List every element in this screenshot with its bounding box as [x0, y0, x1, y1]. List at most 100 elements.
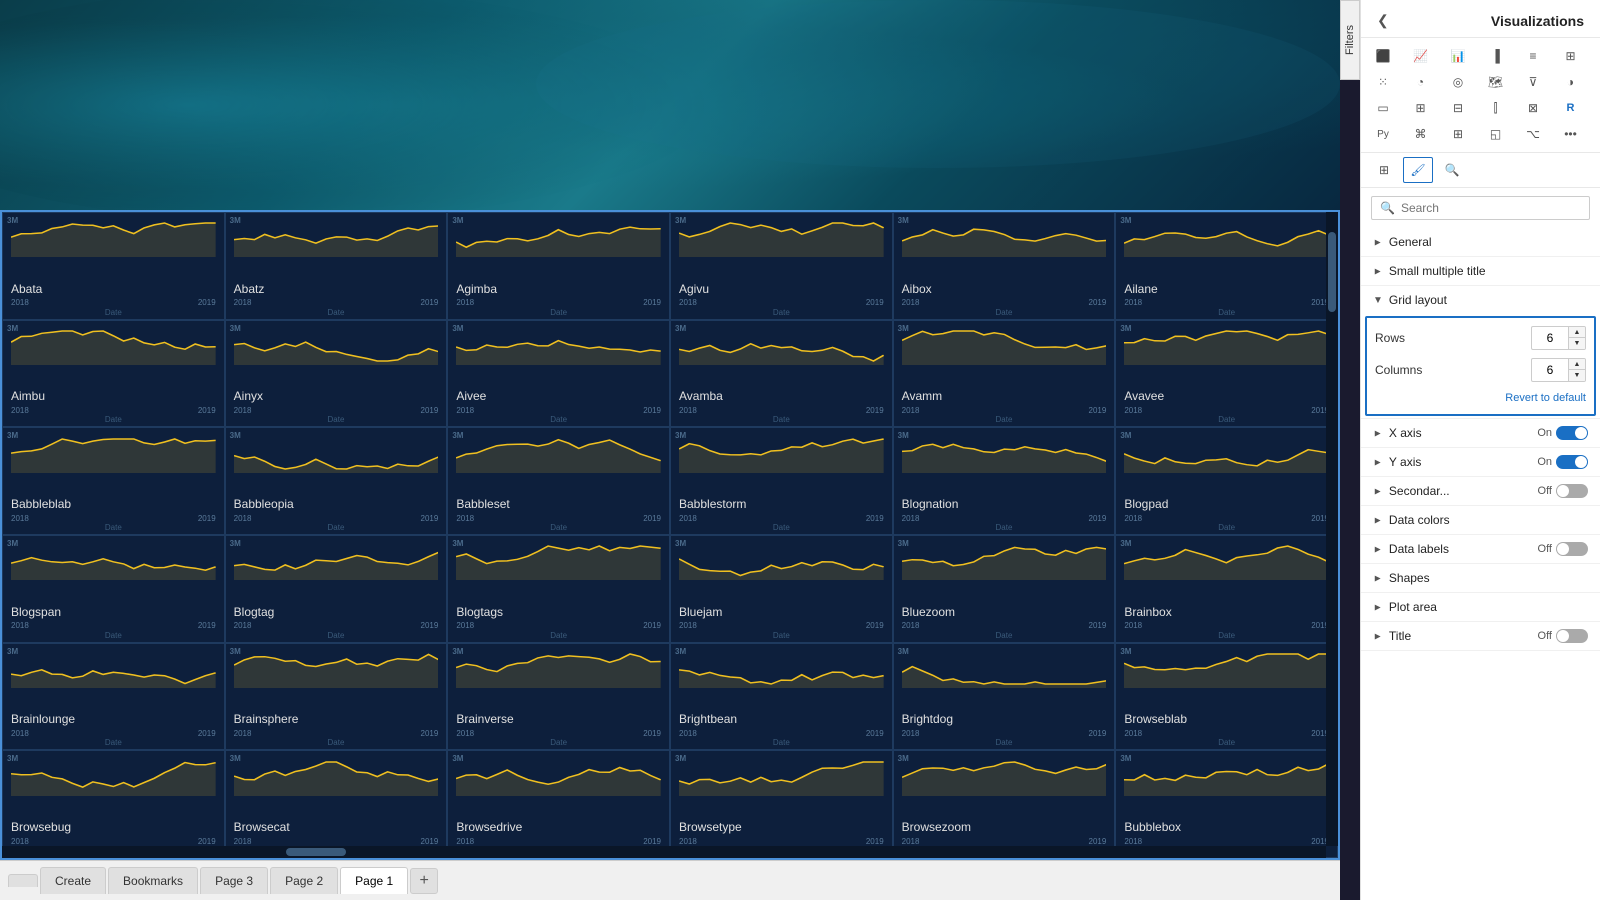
- grid-cell[interactable]: 3M Blogtags 2018 2019 Date: [447, 535, 670, 643]
- vertical-scrollbar[interactable]: [1326, 212, 1338, 846]
- data-labels-toggle[interactable]: [1556, 542, 1588, 556]
- grid-cell[interactable]: 3M Browsecat 2018 2019 Date: [225, 750, 448, 858]
- section-data-labels-header[interactable]: ▼ Data labels Off: [1361, 535, 1600, 563]
- revert-link[interactable]: Revert to default: [1375, 390, 1586, 406]
- tab-bookmarks[interactable]: Bookmarks: [108, 867, 198, 894]
- tab-page3[interactable]: Page 3: [200, 867, 268, 894]
- viz-icon-more[interactable]: •••: [1557, 122, 1585, 146]
- viz-icon-table[interactable]: ⊞: [1407, 96, 1435, 120]
- viz-icon-line[interactable]: 📈: [1407, 44, 1435, 68]
- grid-cell[interactable]: 3M Blogspan 2018 2019 Date: [2, 535, 225, 643]
- section-secondary-header[interactable]: ▼ Secondar... Off: [1361, 477, 1600, 505]
- columns-spinner[interactable]: ▲ ▼: [1531, 358, 1586, 382]
- viz-icon-slicer[interactable]: ⊠: [1519, 96, 1547, 120]
- title-toggle[interactable]: [1556, 629, 1588, 643]
- viz-icon-100pct[interactable]: ⊞: [1557, 44, 1585, 68]
- section-shapes-header[interactable]: ▼ Shapes: [1361, 564, 1600, 592]
- rows-increment[interactable]: ▲: [1569, 327, 1585, 338]
- grid-cell[interactable]: 3M Browsetype 2018 2019 Date: [670, 750, 893, 858]
- columns-input[interactable]: [1532, 361, 1568, 379]
- grid-cell[interactable]: 3M Babblestorm 2018 2019 Date: [670, 427, 893, 535]
- grid-cell[interactable]: 3M Aivee 2018 2019 Date: [447, 320, 670, 428]
- grid-cell[interactable]: 3M Browsebug 2018 2019 Date: [2, 750, 225, 858]
- grid-cell[interactable]: 3M Aimbu 2018 2019 Date: [2, 320, 225, 428]
- grid-cell[interactable]: 3M Browsezoom 2018 2019 Date: [893, 750, 1116, 858]
- grid-cell[interactable]: 3M Blogpad 2018 2019 Date: [1115, 427, 1338, 535]
- tab-add-button[interactable]: +: [410, 868, 438, 894]
- grid-cell[interactable]: 3M Abata 2018 2019 Date: [2, 212, 225, 320]
- grid-cell[interactable]: 3M Bluezoom 2018 2019 Date: [893, 535, 1116, 643]
- search-input[interactable]: [1401, 201, 1581, 215]
- section-title-header[interactable]: ▼ Title Off: [1361, 622, 1600, 650]
- grid-cell[interactable]: 3M Abatz 2018 2019 Date: [225, 212, 448, 320]
- viz-icon-aq[interactable]: ◱: [1482, 122, 1510, 146]
- grid-cell[interactable]: 3M Blogtag 2018 2019 Date: [225, 535, 448, 643]
- grid-cell[interactable]: 3M Avamba 2018 2019 Date: [670, 320, 893, 428]
- viz-icon-python[interactable]: Py: [1369, 122, 1397, 146]
- horizontal-scrollbar[interactable]: [2, 846, 1326, 858]
- grid-cell[interactable]: 3M Brainbox 2018 2019 Date: [1115, 535, 1338, 643]
- rows-input[interactable]: [1532, 329, 1568, 347]
- grid-cell[interactable]: 3M Blognation 2018 2019 Date: [893, 427, 1116, 535]
- grid-cell[interactable]: 3M Browseblab 2018 2019 Date: [1115, 643, 1338, 751]
- viz-tab-analytics[interactable]: 🔍: [1437, 157, 1467, 183]
- xaxis-toggle[interactable]: [1556, 426, 1588, 440]
- search-box[interactable]: 🔍: [1371, 196, 1590, 220]
- scrollbar-thumb[interactable]: [1328, 232, 1336, 312]
- tab-create[interactable]: Create: [40, 867, 106, 894]
- viz-icon-gauge[interactable]: ◑: [1557, 70, 1585, 94]
- viz-tab-format[interactable]: 🖌: [1403, 157, 1433, 183]
- grid-cell[interactable]: 3M Ailane 2018 2019 Date: [1115, 212, 1338, 320]
- viz-icon-scatter[interactable]: ⁙: [1369, 70, 1397, 94]
- grid-cell[interactable]: 3M Ainyx 2018 2019 Date: [225, 320, 448, 428]
- section-sm-title-header[interactable]: ▼ Small multiple title: [1361, 257, 1600, 285]
- viz-icon-card[interactable]: ▭: [1369, 96, 1397, 120]
- yaxis-toggle[interactable]: [1556, 455, 1588, 469]
- tab-page1[interactable]: Page 1: [340, 867, 408, 894]
- viz-icon-funnel[interactable]: ⊽: [1519, 70, 1547, 94]
- grid-cell[interactable]: 3M Babbleset 2018 2019 Date: [447, 427, 670, 535]
- grid-cell[interactable]: 3M Agivu 2018 2019 Date: [670, 212, 893, 320]
- grid-cell[interactable]: 3M Bluejam 2018 2019 Date: [670, 535, 893, 643]
- section-plot-area-header[interactable]: ▼ Plot area: [1361, 593, 1600, 621]
- section-yaxis-header[interactable]: ▼ Y axis On: [1361, 448, 1600, 476]
- viz-icon-stacked[interactable]: ≡: [1519, 44, 1547, 68]
- grid-cell[interactable]: 3M Babbleblab 2018 2019 Date: [2, 427, 225, 535]
- section-general-header[interactable]: ▼ General: [1361, 228, 1600, 256]
- grid-cell[interactable]: 3M Brainlounge 2018 2019 Date: [2, 643, 225, 751]
- section-xaxis-header[interactable]: ▼ X axis On: [1361, 419, 1600, 447]
- grid-cell[interactable]: 3M Bubblebox 2018 2019 Date: [1115, 750, 1338, 858]
- columns-increment[interactable]: ▲: [1569, 359, 1585, 370]
- viz-icon-pie[interactable]: ◔: [1407, 70, 1435, 94]
- grid-cell[interactable]: 3M Brightbean 2018 2019 Date: [670, 643, 893, 751]
- grid-cell[interactable]: 3M Agimba 2018 2019 Date: [447, 212, 670, 320]
- section-grid-layout-header[interactable]: ▼ Grid layout: [1361, 286, 1600, 314]
- viz-icon-map[interactable]: 🗺: [1482, 70, 1510, 94]
- grid-cell[interactable]: 3M Brainverse 2018 2019 Date: [447, 643, 670, 751]
- rows-decrement[interactable]: ▼: [1569, 338, 1585, 349]
- viz-tab-fields[interactable]: ⊞: [1369, 157, 1399, 183]
- viz-icon-qr[interactable]: ⊞: [1444, 122, 1472, 146]
- grid-cell[interactable]: 3M Aibox 2018 2019 Date: [893, 212, 1116, 320]
- columns-decrement[interactable]: ▼: [1569, 370, 1585, 381]
- grid-cell[interactable]: 3M Babbleopia 2018 2019 Date: [225, 427, 448, 535]
- secondary-toggle[interactable]: [1556, 484, 1588, 498]
- viz-icon-r[interactable]: R: [1557, 96, 1585, 120]
- viz-icon-donut[interactable]: ◎: [1444, 70, 1472, 94]
- filters-tab[interactable]: Filters: [1340, 0, 1360, 80]
- rows-spinner[interactable]: ▲ ▼: [1531, 326, 1586, 350]
- viz-icon-column[interactable]: ▐: [1482, 44, 1510, 68]
- panel-collapse-btn[interactable]: ❮: [1377, 12, 1389, 29]
- grid-cell[interactable]: 3M Avavee 2018 2019 Date: [1115, 320, 1338, 428]
- tab-unnamed[interactable]: [8, 874, 38, 887]
- viz-icon-matrix[interactable]: ⊟: [1444, 96, 1472, 120]
- viz-icon-bar[interactable]: ⬛: [1369, 44, 1397, 68]
- grid-cell[interactable]: 3M Avamm 2018 2019 Date: [893, 320, 1116, 428]
- viz-icon-ribbon[interactable]: ⌘: [1407, 122, 1435, 146]
- tab-page2[interactable]: Page 2: [270, 867, 338, 894]
- section-data-colors-header[interactable]: ▼ Data colors: [1361, 506, 1600, 534]
- grid-cell[interactable]: 3M Brightdog 2018 2019 Date: [893, 643, 1116, 751]
- grid-cell[interactable]: 3M Browsedrive 2018 2019 Date: [447, 750, 670, 858]
- viz-icon-area[interactable]: 📊: [1444, 44, 1472, 68]
- viz-icon-decomp[interactable]: ⌥: [1519, 122, 1547, 146]
